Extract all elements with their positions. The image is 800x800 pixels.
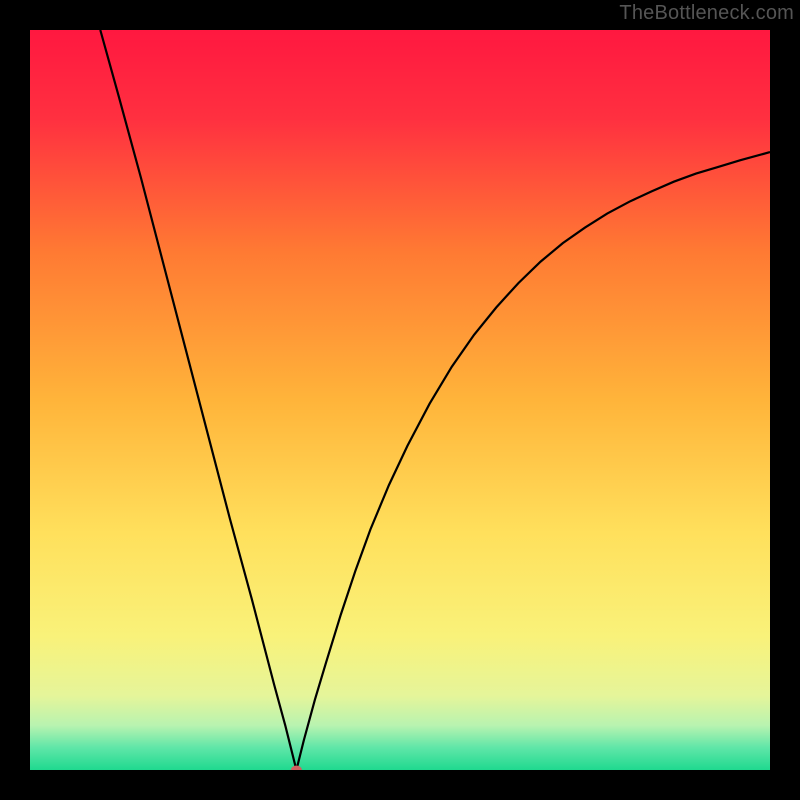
- frame-left: [0, 0, 30, 800]
- watermark-text: TheBottleneck.com: [619, 2, 794, 25]
- frame-bottom: [0, 770, 800, 800]
- frame-right: [770, 0, 800, 800]
- plot-background: [30, 30, 770, 770]
- bottleneck-chart: [0, 0, 800, 800]
- chart-container: TheBottleneck.com: [0, 0, 800, 800]
